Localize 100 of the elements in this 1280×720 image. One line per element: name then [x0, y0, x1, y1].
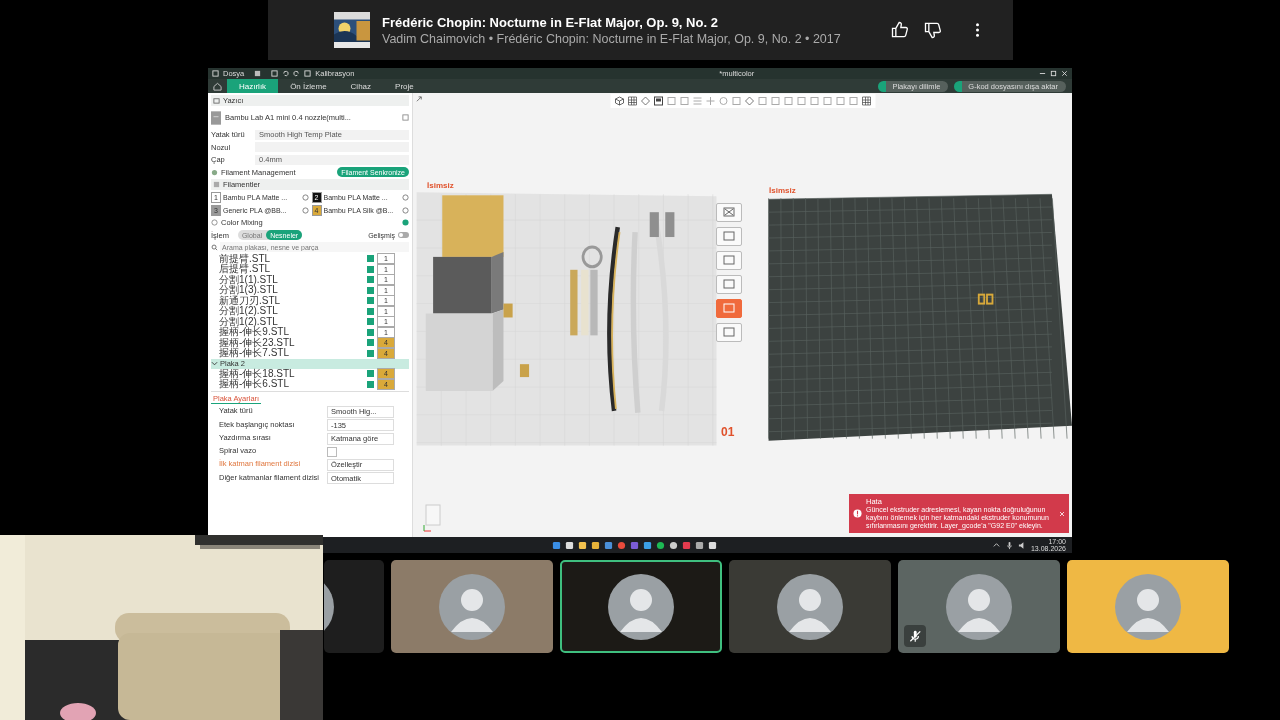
frame-button[interactable]: [716, 251, 742, 270]
diamond-icon[interactable]: [744, 96, 754, 106]
object-name[interactable]: 握柄-伸长23.STL: [219, 337, 364, 348]
checkbox[interactable]: [367, 328, 374, 336]
plate-name[interactable]: İsimsiz: [427, 181, 454, 190]
avatar: [777, 573, 843, 640]
participant-tile[interactable]: [391, 560, 553, 653]
square-icon[interactable]: [783, 96, 793, 106]
plate-name[interactable]: İsimsiz: [769, 186, 796, 195]
checkbox[interactable]: [367, 255, 374, 263]
square-icon[interactable]: [848, 96, 858, 106]
printer-thumbnail-icon: [211, 110, 221, 125]
checkbox[interactable]: [367, 307, 374, 315]
avatar: [608, 573, 674, 640]
object-name[interactable]: 分割1(2).STL: [219, 306, 364, 317]
home-icon[interactable]: [213, 81, 222, 91]
checkbox[interactable]: [367, 265, 374, 273]
square-icon[interactable]: [822, 96, 832, 106]
checkbox[interactable]: [367, 286, 374, 294]
tab[interactable]: Cihaz: [338, 79, 384, 93]
tab[interactable]: Proje: [383, 79, 426, 93]
plate-number: 01: [721, 425, 735, 439]
object-name[interactable]: 后提臂.STL: [219, 264, 364, 275]
tab[interactable]: Ön İzleme: [278, 79, 339, 93]
square-icon[interactable]: [796, 96, 806, 106]
close-icon: [723, 207, 735, 217]
caret-icon[interactable]: [991, 540, 1001, 550]
grid-icon[interactable]: [861, 96, 871, 106]
square-icon: [723, 231, 735, 241]
object-name[interactable]: 前提臂.STL: [219, 253, 364, 264]
avatar: [946, 573, 1012, 640]
folder-icon[interactable]: [591, 540, 600, 550]
circle-icon[interactable]: [656, 540, 665, 550]
checkbox[interactable]: [327, 446, 337, 457]
drop-icon: [211, 219, 218, 226]
toggle-switch[interactable]: [398, 232, 409, 238]
checkbox[interactable]: [367, 318, 374, 326]
files-icon[interactable]: [578, 540, 587, 550]
windows-icon[interactable]: [552, 540, 561, 550]
square-icon: [723, 255, 735, 265]
circle-icon[interactable]: [617, 540, 626, 550]
caret-icon[interactable]: [211, 360, 218, 367]
microphone-icon[interactable]: [1004, 540, 1014, 550]
frame-icon[interactable]: [653, 96, 663, 106]
circle-icon[interactable]: [669, 540, 678, 550]
cross-icon[interactable]: [705, 96, 715, 106]
thumbs-down-icon[interactable]: [923, 20, 943, 40]
calibration-icon[interactable]: [304, 70, 312, 77]
object-name[interactable]: 分割1(1).STL: [219, 274, 364, 285]
restore-icon[interactable]: [1050, 70, 1057, 77]
file-icon: [212, 70, 219, 77]
checkbox[interactable]: [367, 349, 374, 357]
participant-tile[interactable]: [898, 560, 1060, 653]
object-name[interactable]: 握柄-伸长9.STL: [219, 327, 364, 338]
object-name[interactable]: 握柄-伸长18.STL: [219, 368, 364, 379]
slider-button[interactable]: [716, 299, 742, 318]
search-icon: [211, 243, 218, 251]
track-subtitle: Vadim Chaimovich • Frédéric Chopin: Nocturne in E-Flat Major, Op. 9, No. 2 • 2017: [382, 31, 842, 46]
checkbox[interactable]: [367, 370, 374, 378]
close-button[interactable]: [716, 203, 742, 222]
object-name[interactable]: 分割1(3).STL: [219, 285, 364, 296]
grid-icon[interactable]: [627, 96, 637, 106]
thumbs-up-icon[interactable]: [890, 20, 910, 40]
square-icon[interactable]: [809, 96, 819, 106]
undo-icon[interactable]: [282, 70, 290, 77]
checkbox[interactable]: [367, 297, 374, 305]
object-name[interactable]: 握柄-伸长6.STL: [219, 379, 364, 390]
avatar: [439, 573, 505, 640]
checkbox[interactable]: [367, 339, 374, 347]
participant-tile[interactable]: [1067, 560, 1229, 653]
square-icon[interactable]: [731, 96, 741, 106]
participant-tile[interactable]: [729, 560, 891, 653]
square-icon[interactable]: [835, 96, 845, 106]
model-drawing: [977, 293, 994, 305]
grid-icon[interactable]: [254, 70, 262, 77]
checkbox[interactable]: [367, 380, 374, 388]
edit-icon[interactable]: [402, 114, 409, 121]
save-icon[interactable]: [271, 70, 279, 77]
redo-icon[interactable]: [293, 70, 301, 77]
search-icon[interactable]: [565, 540, 574, 550]
cube-icon[interactable]: [614, 96, 624, 106]
square-icon[interactable]: [770, 96, 780, 106]
upload-button[interactable]: [716, 323, 742, 342]
checkbox[interactable]: [367, 276, 374, 284]
participant-tile[interactable]: [324, 560, 384, 653]
close-icon[interactable]: [1061, 70, 1068, 77]
minimize-icon[interactable]: [1039, 70, 1046, 77]
object-name[interactable]: 分割1(2).STL: [219, 316, 364, 327]
collapse-icon[interactable]: [416, 96, 423, 103]
object-name[interactable]: 握柄-伸长7.STL: [219, 348, 364, 359]
participant-tile[interactable]: [560, 560, 722, 653]
square-icon: [723, 303, 735, 313]
mail-icon[interactable]: [604, 540, 613, 550]
lock-button[interactable]: [716, 275, 742, 294]
square-icon[interactable]: [679, 96, 689, 106]
square-icon[interactable]: [757, 96, 767, 106]
muted-microphone-icon: [904, 625, 926, 647]
more-icon[interactable]: [975, 21, 980, 39]
object-name[interactable]: 新通刀刃.STL: [219, 295, 364, 306]
box-button[interactable]: [716, 227, 742, 246]
